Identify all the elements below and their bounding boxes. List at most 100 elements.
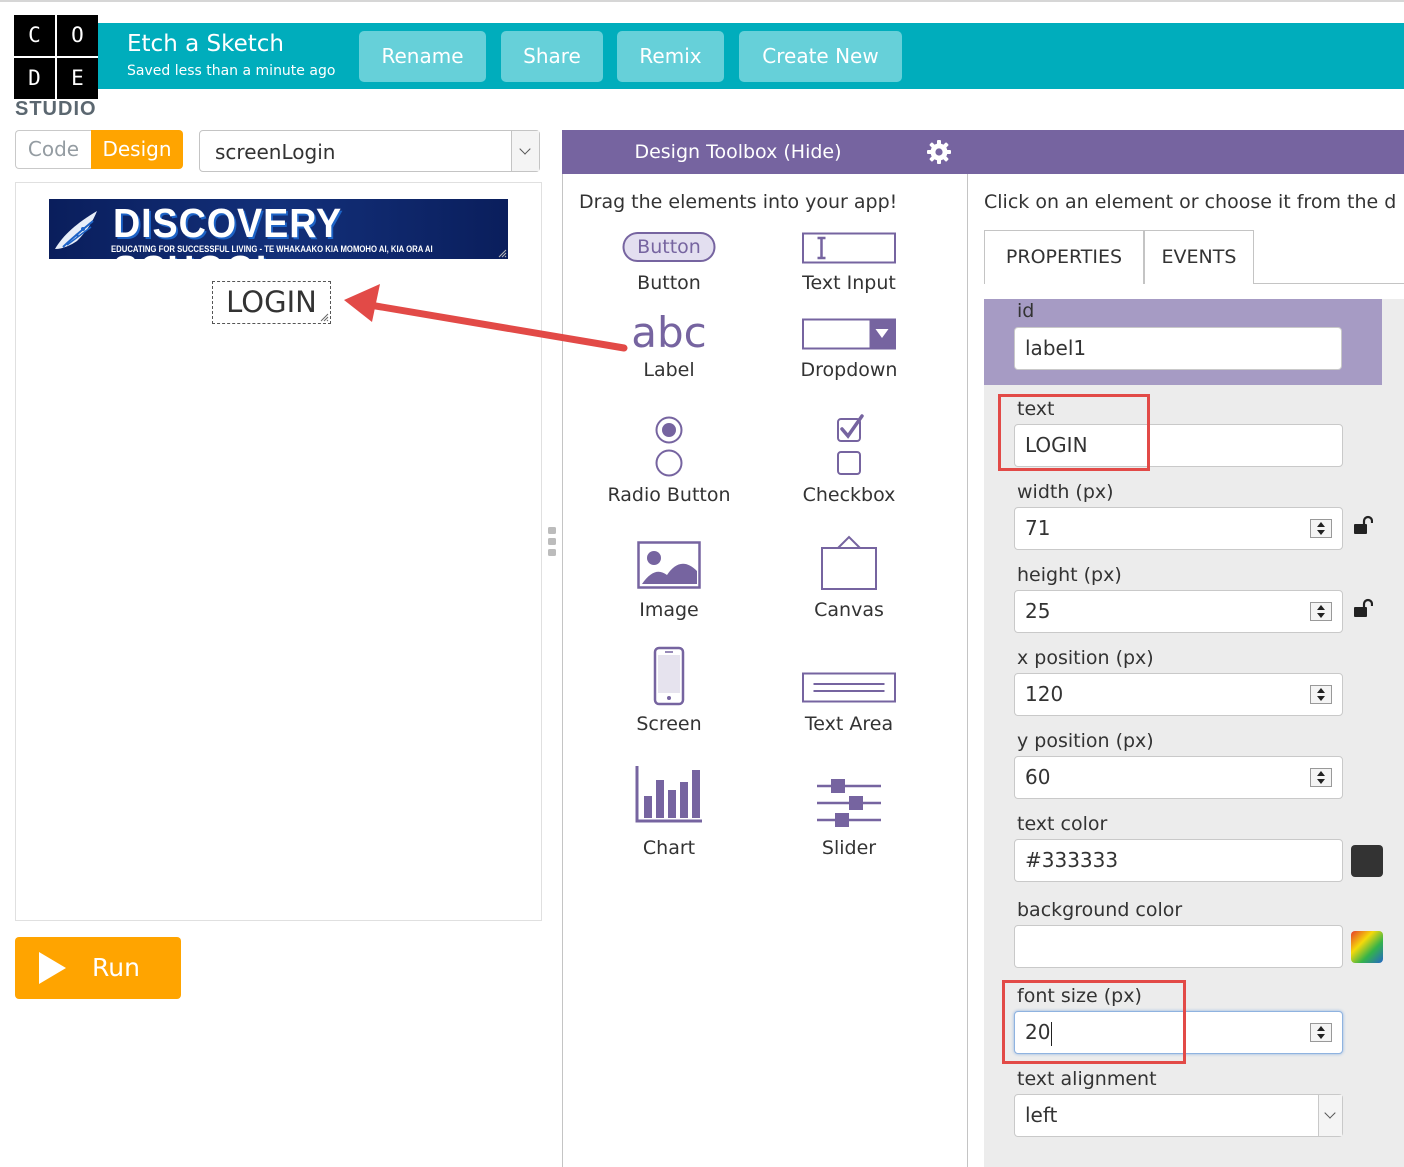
checkbox-icon — [837, 414, 864, 475]
background-color-label: background color — [1017, 899, 1183, 921]
toolbox-item-canvas[interactable]: Canvas — [764, 534, 934, 624]
text-alignment-value: left — [1025, 1103, 1058, 1127]
unlock-icon[interactable] — [1353, 598, 1373, 618]
toolbox-item-label: Canvas — [814, 599, 884, 621]
login-label-text: LOGIN — [226, 285, 317, 319]
remix-button[interactable]: Remix — [617, 31, 724, 82]
discovery-school-banner-image[interactable]: DISCOVERY SCHOOL EDUCATING FOR SUCCESSFU… — [49, 199, 508, 259]
share-button[interactable]: Share — [501, 31, 603, 82]
tab-events[interactable]: EVENTS — [1144, 230, 1254, 284]
screen-icon — [653, 646, 685, 706]
x-position-input[interactable]: 120 — [1014, 673, 1343, 716]
tab-properties[interactable]: PROPERTIES — [984, 230, 1144, 284]
chevron-down-icon[interactable] — [511, 131, 539, 171]
create-new-button[interactable]: Create New — [739, 31, 902, 82]
properties-tab-strip: PROPERTIES EVENTS — [984, 230, 1404, 284]
annotation-highlight-text — [998, 394, 1150, 471]
toolbox-item-label: Image — [639, 599, 699, 621]
toolbox-item-checkbox[interactable]: Checkbox — [764, 411, 934, 506]
design-mode-button[interactable]: Design — [91, 130, 183, 169]
annotation-arrow-icon — [344, 284, 628, 352]
screen-select-value: screenLogin — [215, 140, 336, 164]
spinner-icon[interactable] — [1310, 519, 1332, 538]
spinner-icon[interactable] — [1310, 685, 1332, 704]
rename-button[interactable]: Rename — [359, 31, 486, 82]
button-icon: Button — [622, 232, 716, 262]
width-input[interactable]: 71 — [1014, 507, 1343, 550]
height-value: 25 — [1025, 599, 1051, 623]
text-color-swatch[interactable] — [1351, 845, 1383, 877]
text-alignment-select[interactable]: left — [1014, 1094, 1343, 1137]
panel-splitter-handle-icon[interactable] — [548, 527, 556, 557]
logo-letter-c: C — [14, 15, 55, 56]
width-label: width (px) — [1017, 481, 1114, 503]
run-button[interactable]: Run — [15, 937, 181, 999]
id-field-block: id label1 — [984, 299, 1382, 385]
dropdown-icon — [802, 318, 896, 350]
toolbox-item-screen[interactable]: Screen — [584, 646, 754, 736]
toolbox-item-label: Dropdown — [800, 359, 898, 381]
slider-icon — [817, 779, 881, 827]
toolbox-item-dropdown[interactable]: Dropdown — [764, 314, 934, 404]
toolbox-item-label: Text Input — [802, 272, 896, 294]
y-position-label: y position (px) — [1017, 730, 1154, 752]
toolbox-item-label: Screen — [636, 713, 702, 735]
text-input-icon — [802, 232, 896, 264]
code-mode-button[interactable]: Code — [15, 130, 91, 169]
toolbox-item-text-area[interactable]: Text Area — [764, 646, 934, 736]
text-area-icon — [802, 672, 896, 703]
background-color-input[interactable] — [1014, 925, 1343, 968]
spinner-icon[interactable] — [1310, 1023, 1332, 1042]
logo-letter-e: E — [57, 58, 98, 99]
text-color-input[interactable]: #333333 — [1014, 839, 1343, 882]
annotation-highlight-font-size — [1002, 980, 1186, 1064]
color-picker-icon[interactable] — [1351, 931, 1383, 963]
y-position-input[interactable]: 60 — [1014, 756, 1343, 799]
code-studio-logo[interactable]: C O D E — [14, 15, 98, 99]
resize-grip-icon[interactable] — [498, 249, 507, 258]
width-value: 71 — [1025, 516, 1051, 540]
toolbox-hide-toggle[interactable]: Design Toolbox (Hide) — [562, 130, 914, 174]
project-title: Etch a Sketch — [127, 31, 284, 57]
height-label: height (px) — [1017, 564, 1122, 586]
banner-wing-logo-icon — [55, 211, 97, 249]
play-icon — [39, 952, 66, 984]
id-input[interactable]: label1 — [1014, 327, 1342, 370]
toolbox-item-image[interactable]: Image — [584, 540, 754, 630]
resize-grip-icon[interactable] — [320, 313, 329, 322]
y-position-value: 60 — [1025, 765, 1051, 789]
toolbox-item-radio-button[interactable]: Radio Button — [584, 411, 754, 506]
chevron-down-icon[interactable] — [1318, 1095, 1342, 1136]
text-color-label: text color — [1017, 813, 1108, 835]
properties-instruction: Click on an element or choose it from th… — [984, 191, 1397, 213]
toolbox-item-slider[interactable]: Slider — [764, 764, 934, 859]
text-alignment-label: text alignment — [1017, 1068, 1157, 1090]
chart-icon — [635, 766, 702, 823]
banner-subtitle: EDUCATING FOR SUCCESSFUL LIVING - TE WHA… — [111, 244, 433, 254]
toolbox-item-chart[interactable]: Chart — [584, 764, 754, 859]
x-position-value: 120 — [1025, 682, 1064, 706]
toolbox-item-label: Radio Button — [607, 484, 731, 506]
login-label-element[interactable]: LOGIN — [212, 281, 331, 324]
toolbox-instruction: Drag the elements into your app! — [579, 191, 898, 213]
logo-studio-text: STUDIO — [15, 98, 97, 120]
screen-select[interactable]: screenLogin — [199, 130, 540, 172]
unlock-icon[interactable] — [1353, 515, 1373, 535]
height-input[interactable]: 25 — [1014, 590, 1343, 633]
gear-icon[interactable] — [926, 139, 952, 165]
save-status: Saved less than a minute ago — [127, 63, 336, 79]
toolbox-item-label: Checkbox — [802, 484, 896, 506]
design-toolbox-header: Design Toolbox (Hide) — [562, 130, 968, 174]
toolbox-item-label: Label — [643, 359, 695, 381]
toolbox-item-label: Slider — [821, 837, 877, 859]
canvas-icon — [821, 535, 877, 590]
toolbox-item-text-input[interactable]: Text Input — [764, 230, 934, 320]
spinner-icon[interactable] — [1310, 768, 1332, 787]
x-position-label: x position (px) — [1017, 647, 1154, 669]
toolbox-item-label: Text Area — [804, 713, 894, 735]
label-icon: abc — [631, 308, 707, 357]
run-button-label: Run — [92, 953, 140, 982]
image-icon — [637, 541, 701, 589]
top-border — [0, 0, 1404, 2]
spinner-icon[interactable] — [1310, 602, 1332, 621]
